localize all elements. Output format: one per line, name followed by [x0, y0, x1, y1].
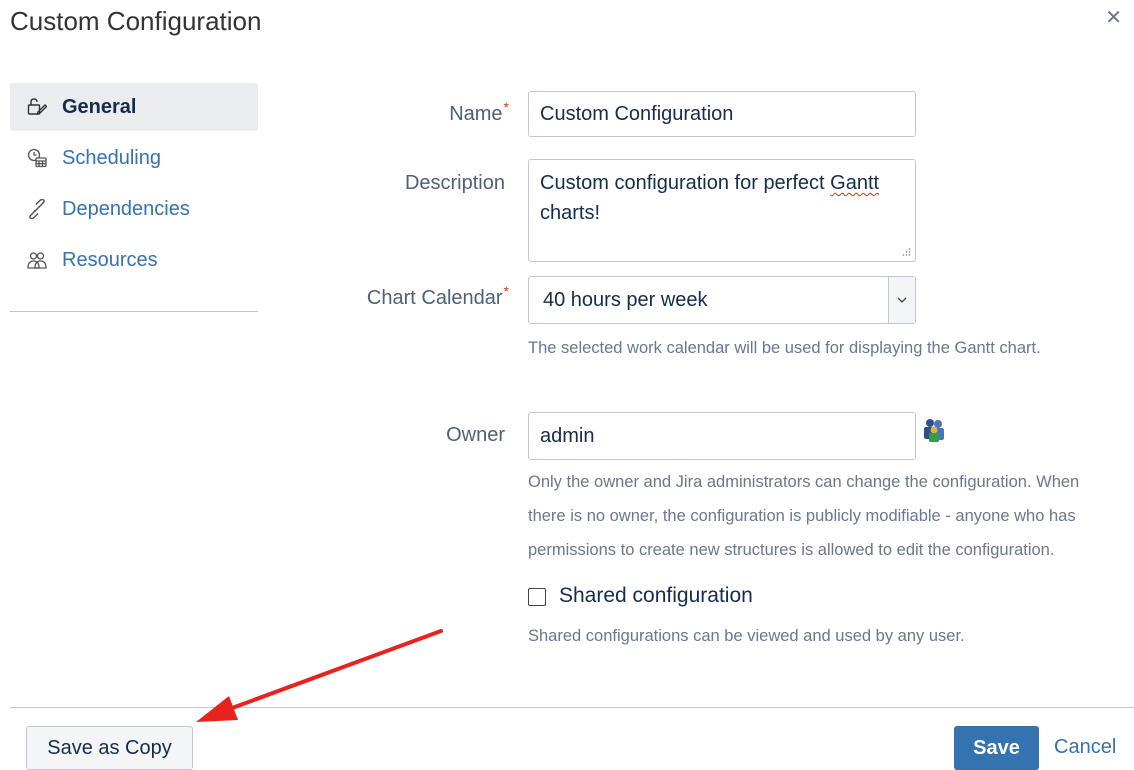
sidebar-item-label: Resources [62, 248, 158, 271]
owner-help: Only the owner and Jira administrators c… [528, 473, 1080, 559]
sidebar-item-label: Dependencies [62, 197, 190, 220]
footer-divider [10, 707, 1134, 708]
chart-calendar-help: The selected work calendar will be used … [528, 339, 1041, 357]
sidebar-divider [10, 311, 258, 312]
user-picker-icon[interactable] [921, 417, 947, 443]
close-icon[interactable]: ✕ [1105, 6, 1122, 30]
resources-icon [26, 249, 48, 271]
save-as-copy-button[interactable]: Save as Copy [26, 726, 193, 770]
description-value: Custom configuration for perfect Gantt c… [540, 172, 880, 224]
dialog-title: Custom Configuration [10, 6, 262, 36]
owner-label: Owner [446, 424, 505, 446]
save-button[interactable]: Save [954, 726, 1039, 770]
name-value: Custom Configuration [540, 102, 734, 125]
chevron-down-icon[interactable] [888, 277, 915, 323]
scheduling-icon [26, 147, 48, 169]
general-icon [26, 96, 48, 118]
description-textarea[interactable]: Custom configuration for perfect Gantt c… [528, 159, 916, 262]
chart-calendar-label: Chart Calendar* [366, 283, 509, 309]
name-input[interactable]: Custom Configuration [528, 91, 916, 137]
shared-configuration-label[interactable]: Shared configuration [559, 584, 753, 608]
chart-calendar-select[interactable]: 40 hours per week [528, 276, 916, 324]
chart-calendar-value: 40 hours per week [543, 288, 708, 311]
description-label: Description [404, 172, 505, 194]
owner-input[interactable]: admin [528, 412, 916, 460]
cancel-button[interactable]: Cancel [1054, 736, 1116, 759]
link-icon [26, 198, 48, 220]
owner-value: admin [540, 424, 595, 447]
sidebar-item-label: Scheduling [62, 146, 161, 169]
sidebar-item-label: General [62, 95, 137, 118]
name-label: Name* [449, 99, 509, 125]
shared-configuration-checkbox[interactable] [528, 588, 546, 606]
shared-configuration-help: Shared configurations can be viewed and … [528, 627, 965, 645]
resize-handle-icon[interactable] [901, 247, 911, 257]
sidebar-item-resources[interactable]: Resources [10, 236, 258, 284]
